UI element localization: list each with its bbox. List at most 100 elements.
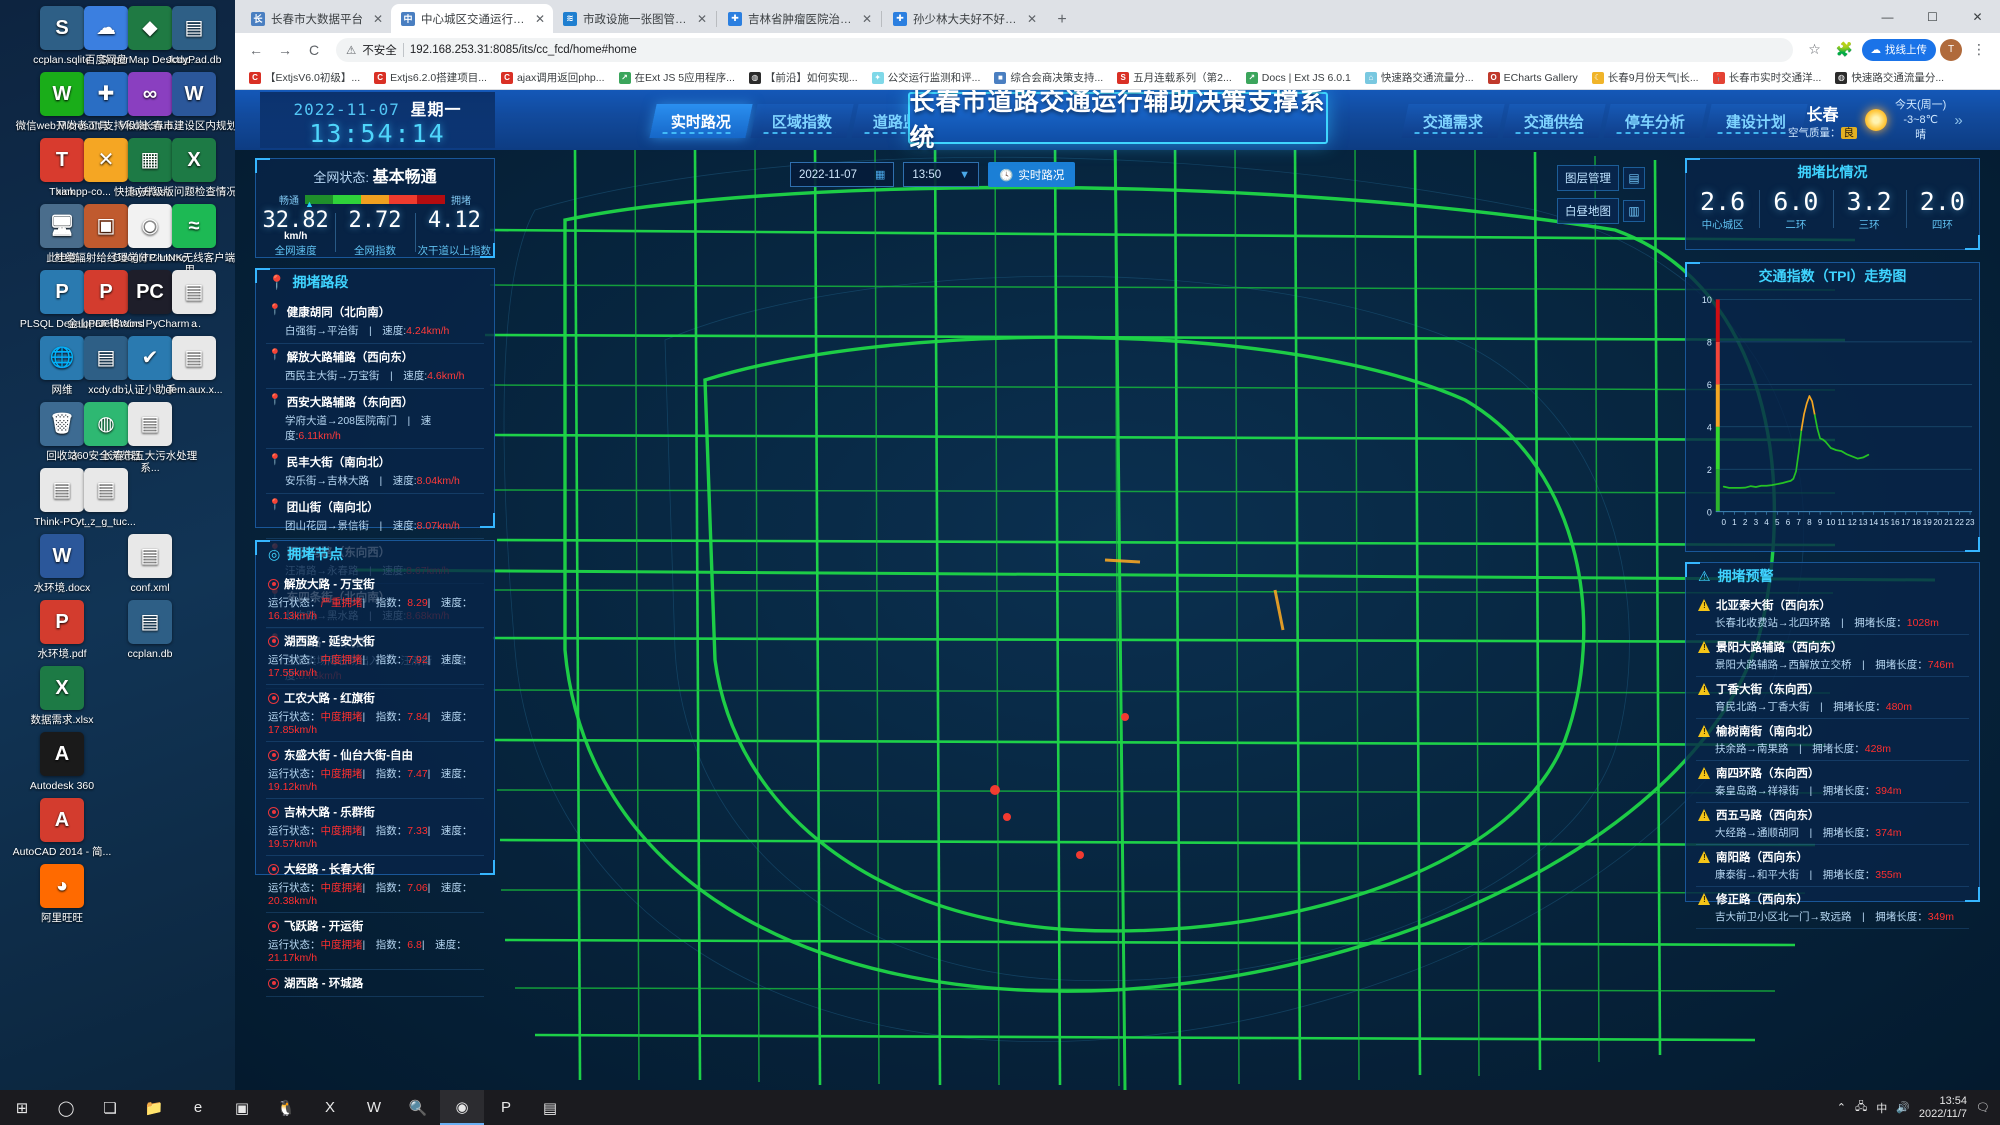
congestion-alert-row[interactable]: 南阳路（西向东）康泰街→和平大街 | 拥堵长度：355m	[1696, 845, 1969, 887]
congested-node-row[interactable]: 湖西路 - 延安大街运行状态：中度拥堵| 指数：7.92| 速度：17.55km…	[266, 628, 484, 685]
weather-next-arrow-icon[interactable]: »	[1954, 112, 1962, 129]
word-icon[interactable]: W	[352, 1090, 396, 1125]
windows-icon[interactable]: ⊞	[0, 1090, 44, 1125]
browser-tab[interactable]: ✚孙少林大夫好不好,孙少林大夫怎✕	[883, 4, 1045, 33]
layer-manager-tool[interactable]: 图层管理 ▤	[1557, 165, 1645, 191]
browser-tab[interactable]: 长长春市大数据平台✕	[241, 4, 391, 33]
congested-road-row[interactable]: 📍健康胡同（北向南）白强街→平治街 | 速度:4.24km/h	[266, 299, 484, 344]
network-icon[interactable]: 🖧	[1855, 1098, 1867, 1117]
desktop-icon[interactable]: ≈TP-LINK无线客户端应用...	[138, 204, 250, 276]
bookmark-item[interactable]: ◍快速路交通流量分...	[1828, 70, 1951, 85]
bookmark-item[interactable]: ☾长春9月份天气|长...	[1585, 70, 1706, 85]
congested-road-row[interactable]: 📍西安大路辅路（东向西）学府大道→208医院南门 | 速度:6.11km/h	[266, 389, 484, 449]
congested-nodes-list[interactable]: 解放大路 - 万宝街运行状态：严重拥堵| 指数：8.29| 速度：16.13km…	[256, 567, 494, 997]
congestion-alert-row[interactable]: 修正路（西向东）吉大前卫小区北一门→致远路 | 拥堵长度：349m	[1696, 887, 1969, 929]
nav-tab-区域指数[interactable]: 区域指数	[750, 104, 853, 138]
weather-widget[interactable]: 长春 空气质量：良 今天(周一) -3~8℃ 晴 »	[1788, 96, 1988, 144]
desktop-icon[interactable]: ▤长春市五大污水处理系...	[94, 402, 206, 474]
tray-expand-icon[interactable]: ⌃	[1837, 1101, 1846, 1114]
extension-puzzle-icon[interactable]: 🧩	[1832, 37, 1858, 63]
edge-icon[interactable]: e	[176, 1090, 220, 1125]
chrome-icon[interactable]: ◉	[440, 1090, 484, 1125]
address-bar[interactable]: ⚠ 不安全 192.168.253.31:8085/its/cc_fcd/hom…	[336, 38, 1793, 62]
tab-close-icon[interactable]: ✕	[1025, 12, 1039, 26]
desktop-icon[interactable]: X升级版问题检查情况...	[138, 138, 250, 198]
desktop-icon[interactable]: AAutodesk 360	[6, 732, 118, 792]
ime-icon[interactable]: 中	[1876, 1100, 1887, 1116]
close-window-button[interactable]: ✕	[1955, 0, 2000, 33]
congested-road-row[interactable]: 📍民丰大街（南向北）安乐街→吉林大路 | 速度:8.04km/h	[266, 449, 484, 494]
search-icon[interactable]: ◯	[44, 1090, 88, 1125]
star-icon[interactable]: ☆	[1802, 37, 1828, 63]
congested-node-row[interactable]: 吉林大路 - 乐群街运行状态：中度拥堵| 指数：7.33| 速度：19.57km…	[266, 799, 484, 856]
congested-node-row[interactable]: 湖西路 - 环城路	[266, 970, 484, 997]
bookmark-item[interactable]: ✦公交运行监测和评...	[865, 70, 988, 85]
desktop-icon[interactable]: X数据需求.xlsx	[6, 666, 118, 726]
bookmark-item[interactable]: Cajax调用返回php...	[494, 70, 612, 85]
bookmark-item[interactable]: ◍【前沿】如何实现...	[742, 70, 865, 85]
browser-tab[interactable]: 中中心城区交通运行监测✕	[391, 4, 553, 33]
bookmark-item[interactable]: ↗在Ext JS 5应用程序...	[612, 70, 742, 85]
congested-road-row[interactable]: 📍团山街（南向北）团山花园→景信街 | 速度:8.07km/h	[266, 494, 484, 539]
bookmark-item[interactable]: CExtjs6.2.0搭建项目...	[367, 70, 494, 85]
browser-tab[interactable]: ≋市政设施一张图管理平台✕	[553, 4, 715, 33]
pycharm-icon[interactable]: 🔍	[396, 1090, 440, 1125]
notifications-icon[interactable]: 🗨	[1976, 1101, 1990, 1114]
tab-close-icon[interactable]: ✕	[695, 12, 709, 26]
new-tab-button[interactable]: +	[1049, 7, 1075, 33]
minimize-button[interactable]: —	[1865, 0, 1910, 33]
bookmark-item[interactable]: 📍长春市实时交通洋...	[1706, 70, 1829, 85]
congested-node-row[interactable]: 东盛大街 - 仙台大街-自由运行状态：中度拥堵| 指数：7.47| 速度：19.…	[266, 742, 484, 799]
upload-pill-button[interactable]: ☁ 找线上传	[1862, 39, 1937, 61]
desktop-icon[interactable]: ▤a	[138, 270, 250, 330]
bookmark-item[interactable]: S五月连载系列（第2...	[1110, 70, 1239, 85]
maximize-button[interactable]: ☐	[1910, 0, 1955, 33]
more-menu-icon[interactable]: ⋮	[1966, 37, 1992, 63]
nav-tab-交通需求[interactable]: 交通需求	[1401, 104, 1504, 138]
pdf-icon[interactable]: P	[484, 1090, 528, 1125]
congestion-alert-row[interactable]: 榆树南街（南向北）扶余路→南果路 | 拥堵长度：428m	[1696, 719, 1969, 761]
desktop-icon[interactable]: ▤conf.xml	[94, 534, 206, 594]
desktop-icon[interactable]: W长春市建设区内规划...	[138, 72, 250, 132]
bookmark-item[interactable]: OECharts Gallery	[1481, 72, 1585, 84]
forward-button[interactable]: →	[272, 37, 298, 63]
congestion-alert-row[interactable]: 北亚泰大街（西向东）长春北收费站→北四环路 | 拥堵长度：1028m	[1696, 593, 1969, 635]
congested-node-row[interactable]: 解放大路 - 万宝街运行状态：严重拥堵| 指数：8.29| 速度：16.13km…	[266, 571, 484, 628]
tab-close-icon[interactable]: ✕	[371, 12, 385, 26]
date-picker[interactable]: 2022-11-07 ▦	[790, 162, 894, 187]
tab-close-icon[interactable]: ✕	[860, 12, 874, 26]
congested-road-row[interactable]: 📍解放大路辅路（西向东）西民主大街→万宝街 | 速度:4.6km/h	[266, 344, 484, 389]
bookmark-item[interactable]: ↗Docs | Ext JS 6.0.1	[1239, 72, 1358, 84]
qq-icon[interactable]: 🐧	[264, 1090, 308, 1125]
desktop-icon[interactable]: ▤JcdyPad.db	[138, 6, 250, 66]
nav-tab-实时路况[interactable]: 实时路况	[649, 104, 752, 138]
reload-button[interactable]: C	[301, 37, 327, 63]
congestion-alert-row[interactable]: 丁香大街（东向西）育民北路→丁香大街 | 拥堵长度：480m	[1696, 677, 1969, 719]
congestion-alert-row[interactable]: 南四环路（东向西）秦皇岛路→祥禄街 | 拥堵长度：394m	[1696, 761, 1969, 803]
explorer-icon[interactable]: 📁	[132, 1090, 176, 1125]
desktop-icon[interactable]: ◕阿里旺旺	[6, 864, 118, 924]
map-icon[interactable]: ▥	[1623, 200, 1645, 222]
bookmark-item[interactable]: C【ExtjsV6.0初级】...	[242, 70, 367, 85]
desktop-icon[interactable]: ▤ccplan.db	[94, 600, 206, 660]
time-select[interactable]: 13:50 ▼	[903, 162, 979, 187]
taskview-icon[interactable]: ❏	[88, 1090, 132, 1125]
folder-icon[interactable]: ▤	[528, 1090, 572, 1125]
desktop-icon[interactable]: ▤dem.aux.x...	[138, 336, 250, 396]
nav-tab-停车分析[interactable]: 停车分析	[1603, 104, 1706, 138]
realtime-traffic-button[interactable]: 🕓 实时路况	[988, 162, 1075, 187]
speaker-icon[interactable]: 🔊	[1896, 1101, 1910, 1114]
congested-node-row[interactable]: 飞跃路 - 开运街运行状态：中度拥堵| 指数：6.8| 速度：21.17km/h	[266, 913, 484, 970]
taskbar-clock[interactable]: 13:54 2022/11/7	[1919, 1095, 1967, 1121]
congested-node-row[interactable]: 工农大路 - 红旗街运行状态：中度拥堵| 指数：7.84| 速度：17.85km…	[266, 685, 484, 742]
back-button[interactable]: ←	[243, 37, 269, 63]
congestion-alert-row[interactable]: 景阳大路辅路（西向东）景阳大路辅路→西解放立交桥 | 拥堵长度：746m	[1696, 635, 1969, 677]
nav-tab-交通供给[interactable]: 交通供给	[1502, 104, 1605, 138]
congestion-alert-row[interactable]: 西五马路（西向东）大经路→通顺胡同 | 拥堵长度：374m	[1696, 803, 1969, 845]
desktop-icon[interactable]: AAutoCAD 2014 - 简...	[6, 798, 118, 858]
browser-tab[interactable]: ✚吉林省肿瘤医院治疗肺癌怎么样✕	[718, 4, 880, 33]
bookmark-item[interactable]: ⌂快速路交通流量分...	[1358, 70, 1481, 85]
tab-close-icon[interactable]: ✕	[533, 12, 547, 26]
daylight-map-tool[interactable]: 白昼地图 ▥	[1557, 198, 1645, 224]
desktop-icon[interactable]: ▤yt_z_g_tuc...	[50, 468, 162, 528]
